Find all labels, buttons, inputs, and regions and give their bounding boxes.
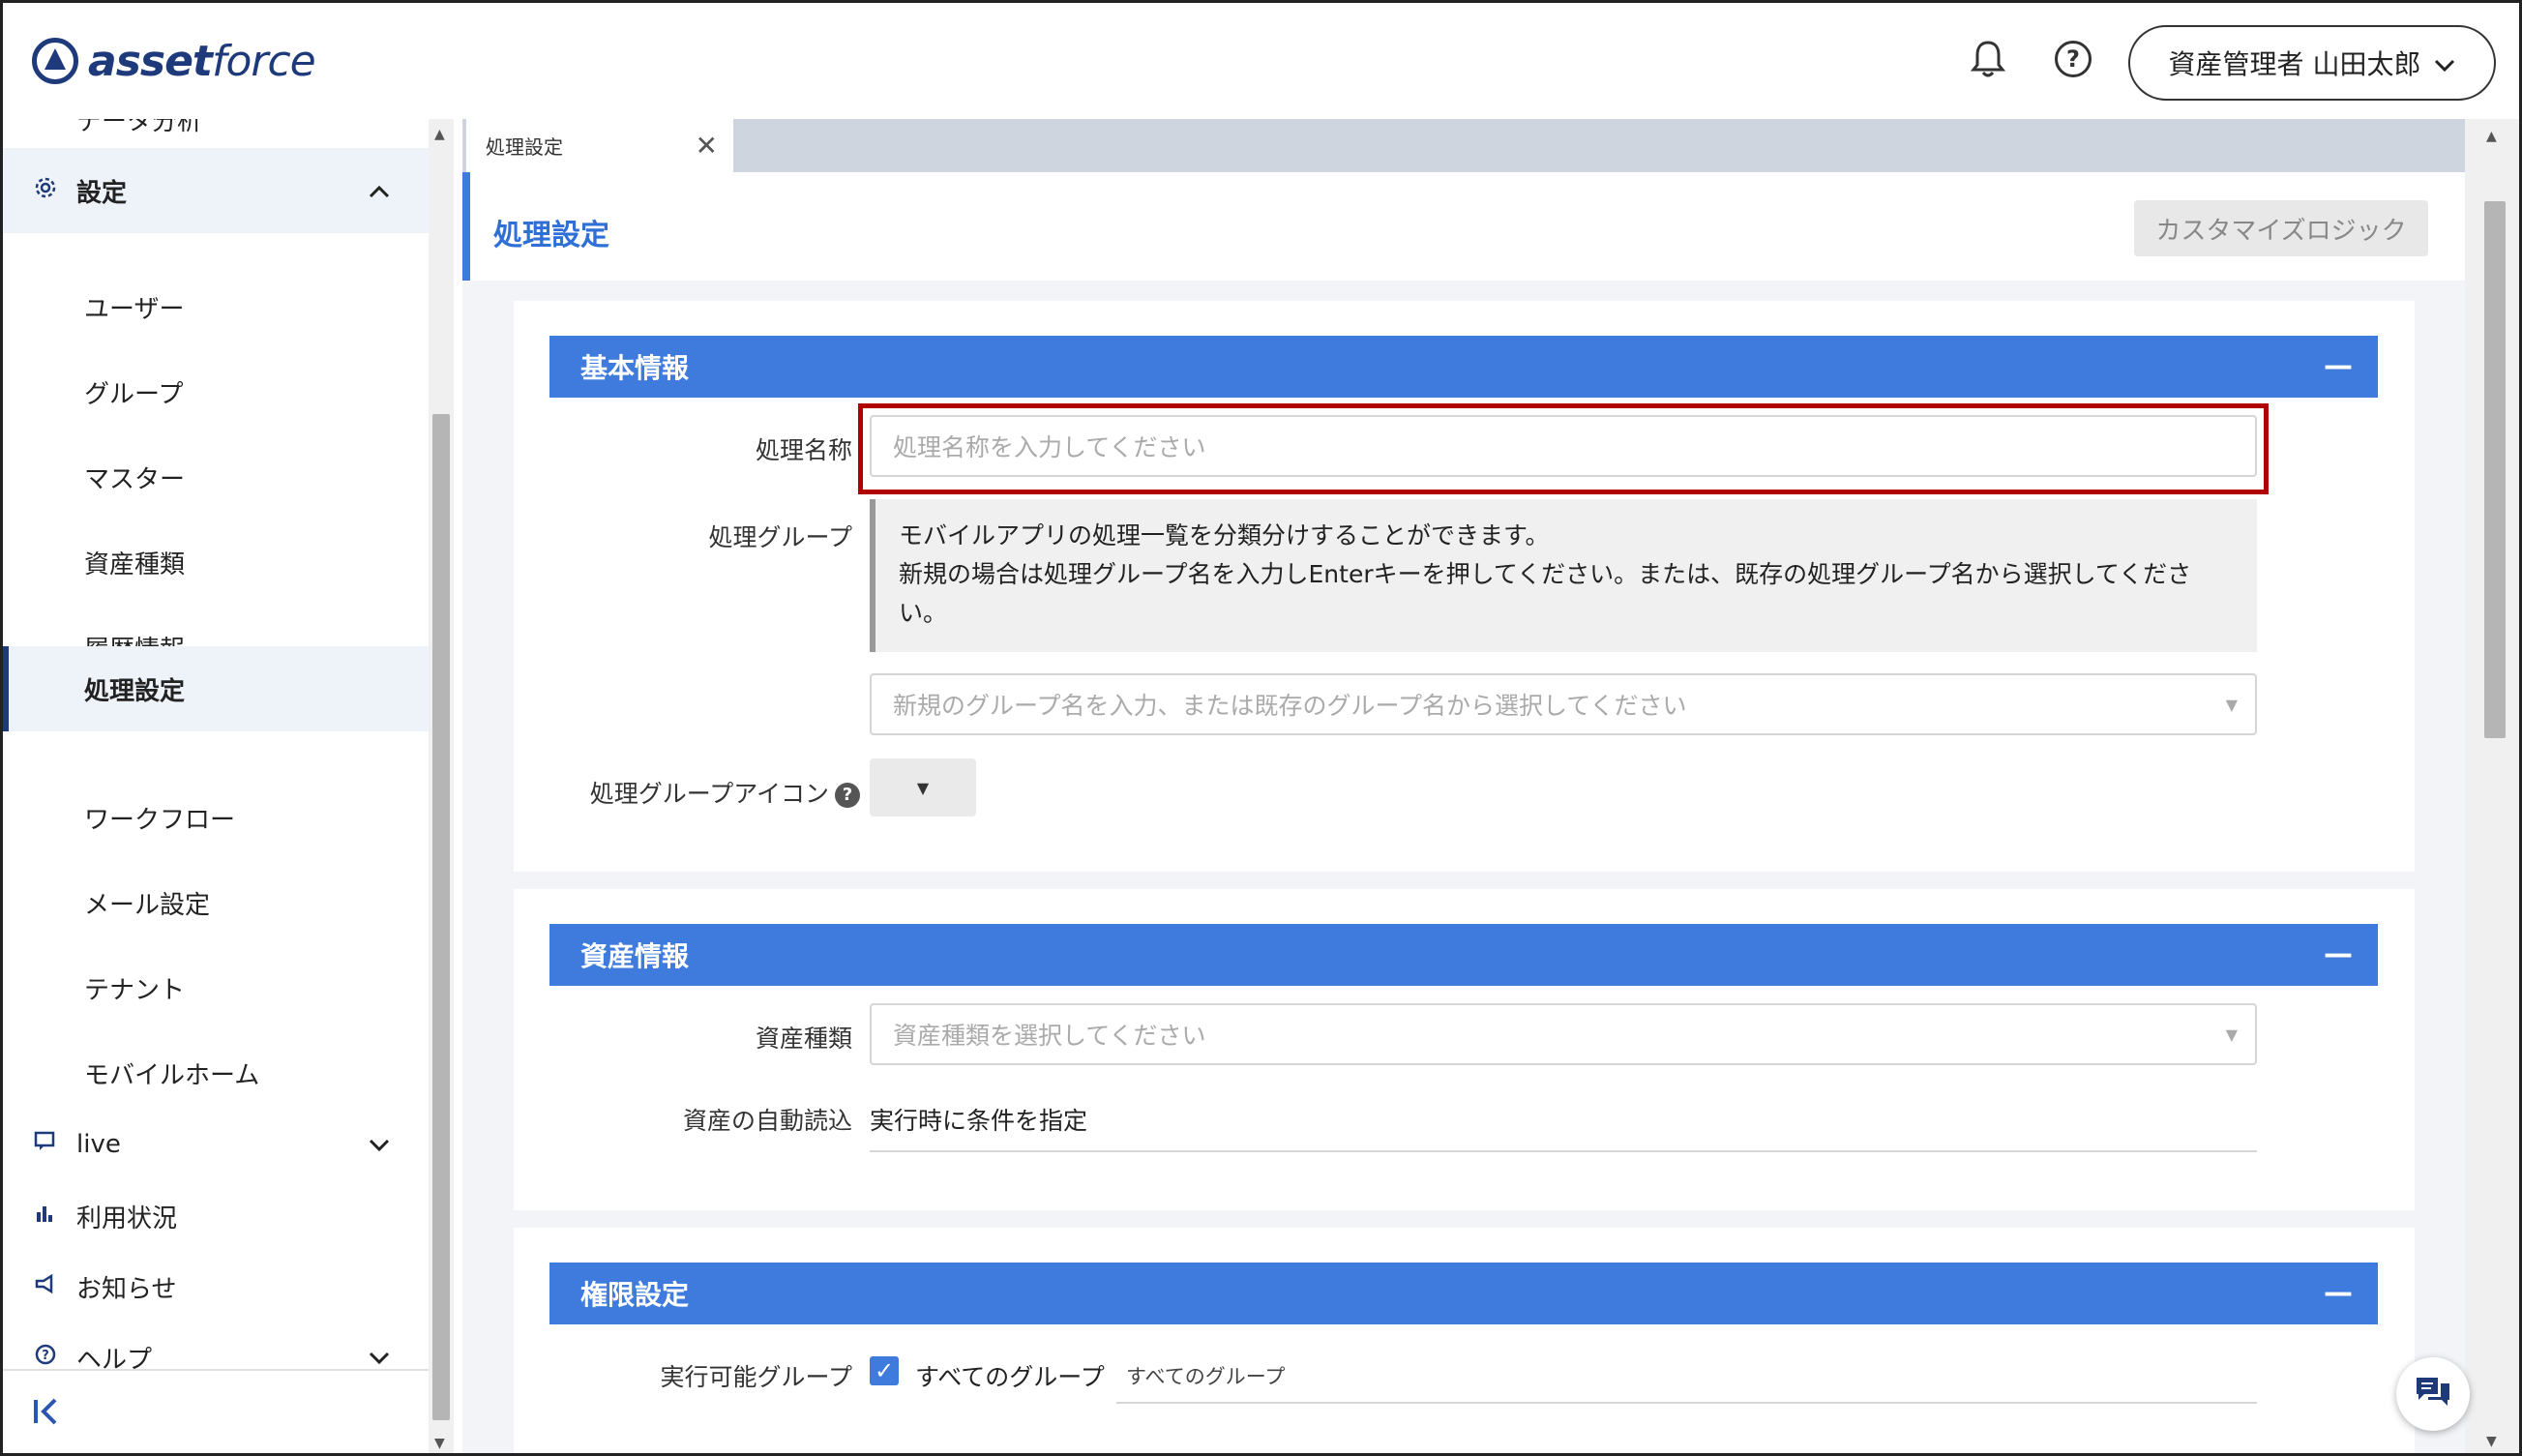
all-groups-label: すべてのグループ [915, 1363, 1105, 1391]
close-icon[interactable]: ✕ [696, 130, 718, 162]
collapse-sidebar-icon[interactable] [32, 1396, 63, 1435]
scroll-down-icon[interactable]: ▼ [434, 1436, 445, 1451]
app-frame: assetforce ? 資産管理者 山田太郎 データ分析 設定 ユーザー グル… [0, 0, 2522, 1456]
question-icon[interactable]: ? [835, 783, 860, 808]
minimize-icon[interactable]: — [2324, 1276, 2353, 1310]
asset-type-label: 資産種類 [755, 1025, 852, 1053]
chevron-down-icon[interactable] [369, 1131, 390, 1158]
logo-text: assetforce [88, 36, 316, 86]
minimize-icon[interactable]: — [2324, 937, 2353, 971]
sidebar-scroll-thumb[interactable] [432, 414, 450, 1420]
all-groups-value[interactable]: すべてのグループ [1126, 1361, 1285, 1390]
sidebar-item-settings[interactable]: 設定 [3, 148, 429, 233]
dropdown-arrow-icon: ▼ [2225, 695, 2238, 714]
process-name-input[interactable]: 処理名称を入力してください [870, 415, 2257, 477]
permission-header[interactable]: 権限設定 — [549, 1263, 2378, 1324]
dropdown-arrow-icon: ▼ [2225, 1025, 2238, 1044]
auto-read-underline [870, 1150, 2257, 1152]
sidebar: データ分析 設定 ユーザー グループ マスター 資産種類 履歴情報 処理設定 ワ… [3, 119, 429, 1453]
sidebar-item-label: データ分析 [76, 119, 203, 136]
chevron-down-icon [2434, 47, 2455, 79]
process-group-info: モバイルアプリの処理一覧を分類分けすることができます。 新規の場合は処理グループ… [870, 499, 2257, 652]
logo-mark-icon [32, 38, 78, 84]
sidebar-divider [3, 1369, 429, 1371]
basic-info-header[interactable]: 基本情報 — [549, 336, 2378, 398]
sidebar-item-mail-settings[interactable]: メール設定 [3, 860, 429, 945]
user-name: 資産管理者 山田太郎 [2168, 48, 2421, 80]
scroll-up-icon[interactable]: ▲ [2486, 129, 2497, 144]
sidebar-scrollbar[interactable]: ▲ ▼ [429, 119, 454, 1453]
exec-group-label: 実行可能グループ [660, 1363, 852, 1391]
bell-icon[interactable] [1967, 38, 2009, 80]
process-group-select[interactable]: 新規のグループ名を入力、または既存のグループ名から選択してください ▼ [870, 673, 2257, 735]
asset-info-header[interactable]: 資産情報 — [549, 924, 2378, 986]
main-scroll-thumb[interactable] [2484, 201, 2506, 738]
sidebar-item-data-analysis[interactable]: データ分析 [3, 119, 429, 138]
chevron-down-icon[interactable] [369, 1344, 390, 1371]
sidebar-item-workflow[interactable]: ワークフロー [3, 775, 429, 860]
minimize-icon[interactable]: — [2324, 349, 2353, 383]
all-groups-checkbox[interactable]: ✓ [870, 1356, 899, 1385]
sidebar-item-help[interactable]: ? ヘルプ [3, 1315, 429, 1400]
main-content: 処理設定 カスタマイズロジック 基本情報 — 処理名称 処理名称を入力してくださ… [462, 172, 2465, 1453]
auto-read-value[interactable]: 実行時に条件を指定 [870, 1102, 1087, 1137]
page-header: 処理設定 カスタマイズロジック [462, 172, 2465, 281]
sidebar-item-groups[interactable]: グループ [3, 349, 429, 434]
group-underline [1116, 1402, 2257, 1404]
process-name-label: 処理名称 [755, 436, 852, 464]
sidebar-item-master[interactable]: マスター [3, 434, 429, 520]
help-circle-icon: ? [34, 1343, 57, 1372]
customize-logic-button[interactable]: カスタマイズロジック [2134, 200, 2428, 256]
sidebar-item-label: 設定 [76, 178, 128, 208]
sidebar-item-process-settings[interactable]: 処理設定 [3, 646, 429, 731]
scroll-down-icon[interactable]: ▼ [2486, 1434, 2497, 1449]
scroll-up-icon[interactable]: ▲ [434, 127, 445, 142]
chevron-up-icon[interactable] [369, 177, 390, 204]
tab-bar: 処理設定 ✕ [462, 119, 2500, 172]
group-icon-dropdown[interactable]: ▼ [870, 758, 976, 817]
caret-down-icon: ▼ [916, 778, 930, 797]
megaphone-icon [34, 1273, 57, 1300]
group-icon-label: 処理グループアイコン? [514, 775, 860, 810]
sidebar-item-asset-types[interactable]: 資産種類 [3, 520, 429, 605]
auto-read-label: 資産の自動読込 [682, 1107, 852, 1135]
sidebar-item-tenant[interactable]: テナント [3, 945, 429, 1030]
permission-card: 権限設定 — 実行可能グループ ✓ すべてのグループ すべてのグループ [514, 1228, 2415, 1453]
top-header: assetforce ? 資産管理者 山田太郎 [3, 3, 2519, 119]
page-title: 処理設定 [493, 219, 609, 253]
gear-icon [34, 176, 57, 205]
chat-icon [34, 1131, 57, 1158]
tab-process-settings[interactable]: 処理設定 ✕ [466, 119, 733, 172]
process-group-label: 処理グループ [708, 523, 852, 551]
chat-support-button[interactable] [2396, 1357, 2470, 1431]
basic-info-card: 基本情報 — 処理名称 処理名称を入力してください 処理グループ モバイルアプリ… [514, 301, 2415, 872]
asset-type-select[interactable]: 資産種類を選択してください ▼ [870, 1003, 2257, 1065]
chat-bubbles-icon [2414, 1375, 2452, 1413]
bar-chart-icon [34, 1203, 55, 1230]
main-scrollbar[interactable]: ▲ ▼ [2465, 119, 2519, 1453]
user-menu-button[interactable]: 資産管理者 山田太郎 [2128, 25, 2496, 101]
asset-info-card: 資産情報 — 資産種類 資産種類を選択してください ▼ 資産の自動読込 実行時に… [514, 889, 2415, 1210]
help-icon[interactable]: ? [2052, 38, 2094, 80]
app-logo[interactable]: assetforce [32, 32, 316, 90]
sidebar-item-users[interactable]: ユーザー [3, 264, 429, 349]
svg-text:?: ? [42, 1349, 49, 1363]
